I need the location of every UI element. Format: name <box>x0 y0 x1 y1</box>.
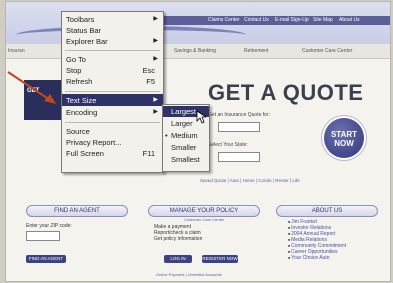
menu-item-full-screen[interactable]: Full Screen F11 <box>62 148 163 159</box>
menu-separator <box>65 50 160 51</box>
state-select[interactable] <box>218 152 260 162</box>
submenu-item-label: Larger <box>171 119 193 128</box>
callout-arrow-icon <box>7 71 56 104</box>
menu-item-label: Full Screen <box>66 149 104 158</box>
quote-title: GET A QUOTE <box>208 80 364 105</box>
menu-item-label: Privacy Report... <box>66 138 122 147</box>
quote-panel: GET A QUOTE Get an Insurance Quote for: … <box>196 68 376 188</box>
nav-link-site-map[interactable]: Site Map <box>313 17 333 23</box>
menu-item-text-size[interactable]: Text Size ▶ <box>62 94 163 106</box>
menu-item-toolbars[interactable]: Toolbars ▶ <box>62 14 163 25</box>
menu-item-label: Status Bar <box>66 26 102 35</box>
zip-input[interactable] <box>26 231 60 241</box>
menu-item-explorer-bar[interactable]: Explorer Bar ▶ <box>62 36 163 47</box>
submenu-arrow-icon: ▶ <box>153 97 158 103</box>
menu-item-label: Text Size <box>66 96 97 105</box>
menu-shortcut: F5 <box>146 77 155 86</box>
menu-separator <box>65 122 160 123</box>
about-us-list: Jim Frankel Investor Relations 2004 Annu… <box>288 219 346 261</box>
menu-item-label: Refresh <box>66 77 93 86</box>
menu-item-label: Encoding <box>66 108 98 117</box>
text-size-medium[interactable]: • Medium <box>163 130 209 141</box>
zip-prompt: Enter your ZIP code: <box>26 223 72 229</box>
menu-shortcut: F11 <box>142 149 155 158</box>
login-button[interactable]: LOG IN <box>164 255 192 263</box>
topnav-customer-care[interactable]: Customer Care Center <box>302 48 352 54</box>
submenu-arrow-icon: ▶ <box>153 56 158 62</box>
mouse-cursor-icon <box>196 110 206 124</box>
topnav-savings[interactable]: Savings & Banking <box>174 48 216 54</box>
state-label: Select Your State: <box>208 142 248 148</box>
browser-screenshot-photo: Claims Center Contact Us E-mail Sign-Up … <box>6 2 390 281</box>
quote-links[interactable]: Saved Quote | Auto | Home | Condo | Rent… <box>200 178 300 183</box>
menu-item-status-bar[interactable]: Status Bar <box>62 25 163 36</box>
register-button[interactable]: REGISTER NOW <box>202 255 238 263</box>
submenu-arrow-icon: ▶ <box>153 16 158 22</box>
start-label: START <box>330 130 358 139</box>
topnav-insurance[interactable]: Insuran <box>8 48 25 54</box>
nav-link-claims[interactable]: Claims Center <box>208 17 240 23</box>
topnav-retirement[interactable]: Retirement <box>244 48 268 54</box>
menu-item-label: Source <box>66 127 90 136</box>
text-size-smallest[interactable]: Smallest <box>163 154 209 165</box>
menu-shortcut: Esc <box>142 66 155 75</box>
find-agent-heading: FIND AN AGENT <box>26 205 128 217</box>
menu-item-stop[interactable]: Stop Esc <box>62 65 163 76</box>
bottom-section: FIND AN AGENT Enter your ZIP code: FIND … <box>6 199 390 281</box>
menu-item-go-to[interactable]: Go To ▶ <box>62 54 163 65</box>
about-us-heading: ABOUT US <box>276 205 378 217</box>
view-menu: Toolbars ▶ Status Bar Explorer Bar ▶ Go To… <box>61 11 164 173</box>
menu-item-source[interactable]: Source <box>62 126 163 137</box>
manage-policy-heading: MANAGE YOUR POLICY <box>148 205 260 217</box>
find-agent-button[interactable]: FIND AN AGENT <box>26 255 66 263</box>
menu-item-label: Toolbars <box>66 15 95 24</box>
submenu-item-label: Smaller <box>171 143 197 152</box>
nav-link-about[interactable]: About Us <box>339 17 360 23</box>
menu-item-label: Go To <box>66 55 86 64</box>
submenu-item-label: Largest <box>171 107 197 116</box>
menu-item-privacy-report[interactable]: Privacy Report... <box>62 137 163 148</box>
nav-link-email-signup[interactable]: E-mail Sign-Up <box>275 17 309 23</box>
customer-care-sublink[interactable]: Customer Care Center <box>184 217 224 222</box>
nav-link-contact[interactable]: Contact Us <box>244 17 269 23</box>
text-size-smaller[interactable]: Smaller <box>163 142 209 153</box>
insurance-type-select[interactable] <box>218 122 260 132</box>
start-now-button[interactable]: START NOW <box>324 118 364 158</box>
menu-item-refresh[interactable]: Refresh F5 <box>62 76 163 87</box>
menu-item-label: Explorer Bar <box>66 37 108 46</box>
submenu-arrow-icon: ▶ <box>153 38 158 44</box>
now-label: NOW <box>334 139 354 148</box>
quote-type-label: Get an Insurance Quote for: <box>208 112 270 118</box>
policy-footer-links[interactable]: Online Payment | Unlimited Accounts <box>156 272 222 277</box>
submenu-arrow-icon: ▶ <box>153 109 158 115</box>
about-link-7[interactable]: Your Choice Auto <box>288 255 346 261</box>
menu-item-encoding[interactable]: Encoding ▶ <box>62 107 163 118</box>
selected-bullet-icon: • <box>165 131 168 140</box>
submenu-item-label: Medium <box>171 131 198 140</box>
menu-separator <box>65 91 160 92</box>
policy-line-3: Get policy information <box>154 236 203 242</box>
submenu-item-label: Smallest <box>171 155 200 164</box>
menu-item-label: Stop <box>66 66 82 75</box>
header-nav-bar: Claims Center Contact Us E-mail Sign-Up … <box>156 16 390 25</box>
